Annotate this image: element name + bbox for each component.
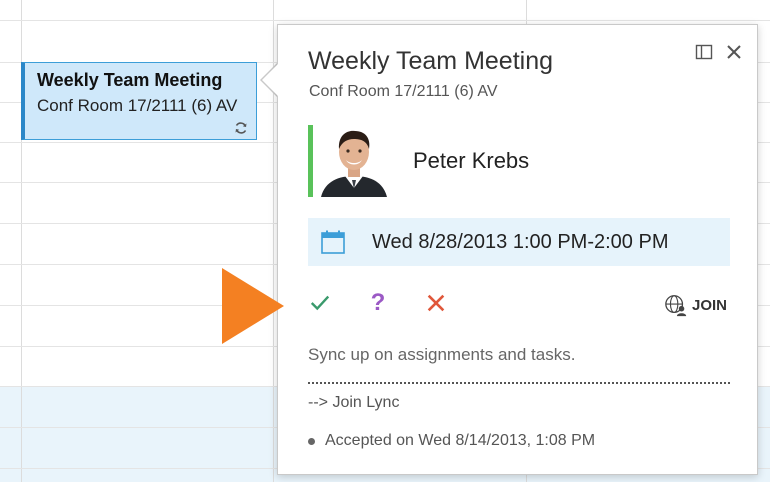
accepted-text: Accepted on Wed 8/14/2013, 1:08 PM (325, 432, 596, 449)
presence-indicator (308, 125, 313, 197)
calendar-appointment[interactable]: Weekly Team Meeting Conf Room 17/2111 (6… (21, 62, 257, 140)
response-actions: ? (308, 289, 448, 316)
join-label: JOIN (691, 296, 727, 314)
grid-hline (0, 20, 770, 21)
highlight-arrow (222, 268, 284, 344)
question-icon: ? (370, 289, 386, 316)
meeting-time-row: Wed 8/28/2013 1:00 PM-2:00 PM (308, 218, 730, 266)
callout-pointer-fill (262, 63, 279, 97)
decline-button[interactable] (424, 291, 448, 315)
status-bullet (308, 437, 315, 445)
callout-header-actions (695, 43, 743, 61)
tentative-button[interactable]: ? (366, 289, 390, 316)
decline-x-icon (427, 294, 445, 312)
globe-person-icon (665, 295, 687, 317)
checkmark-icon (310, 295, 330, 311)
popout-icon[interactable] (695, 43, 713, 61)
appointment-title: Weekly Team Meeting (37, 70, 223, 90)
calendar-icon (321, 230, 345, 254)
meeting-details-callout: Weekly Team Meeting Conf Room 17/2111 (6… (277, 24, 758, 475)
meeting-description: Sync up on assignments and tasks. (308, 345, 576, 364)
meeting-title: Weekly Team Meeting (308, 47, 554, 75)
join-lync-link[interactable]: --> Join Lync (308, 394, 399, 412)
avatar (319, 125, 389, 197)
organizer[interactable]: Peter Krebs (308, 125, 529, 197)
accept-button[interactable] (308, 291, 332, 315)
sync-icon (235, 122, 247, 134)
response-status: Accepted on Wed 8/14/2013, 1:08 PM (308, 432, 595, 450)
meeting-datetime: Wed 8/28/2013 1:00 PM-2:00 PM (372, 230, 669, 253)
close-icon[interactable] (725, 43, 743, 61)
appointment-location: Conf Room 17/2111 (6) AV (37, 96, 238, 115)
organizer-name: Peter Krebs (413, 148, 530, 173)
meeting-location: Conf Room 17/2111 (6) AV (309, 83, 498, 100)
join-meeting-button[interactable]: JOIN (664, 293, 727, 317)
divider (308, 382, 730, 384)
